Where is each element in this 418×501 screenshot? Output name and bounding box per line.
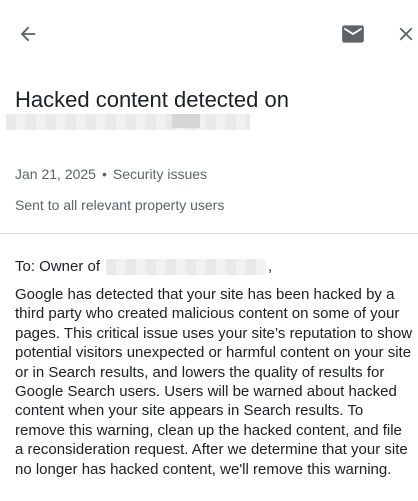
message-date: Jan 21, 2025: [15, 166, 96, 182]
mail-button[interactable]: [339, 20, 367, 48]
redaction-block: [172, 114, 200, 128]
recipients-note: Sent to all relevant property users: [15, 197, 225, 213]
arrow-left-icon: [20, 26, 36, 42]
message-meta: Jan 21, 2025 • Security issues: [15, 165, 207, 183]
redacted-owner-site: [106, 259, 266, 275]
greeting-suffix: ,: [268, 258, 273, 275]
divider: [0, 233, 418, 234]
redacted-site-url: [6, 114, 250, 130]
message-category: Security issues: [112, 166, 208, 182]
greeting-prefix: To: Owner of: [15, 258, 101, 275]
close-button[interactable]: [392, 20, 418, 48]
top-bar: [0, 0, 418, 68]
meta-separator: •: [101, 166, 107, 182]
back-button[interactable]: [14, 20, 42, 48]
close-icon: [399, 27, 413, 41]
message-title: Hacked content detected on: [15, 87, 289, 112]
envelope-icon: [342, 25, 364, 43]
message-body: Google has detected that your site has b…: [15, 286, 413, 478]
